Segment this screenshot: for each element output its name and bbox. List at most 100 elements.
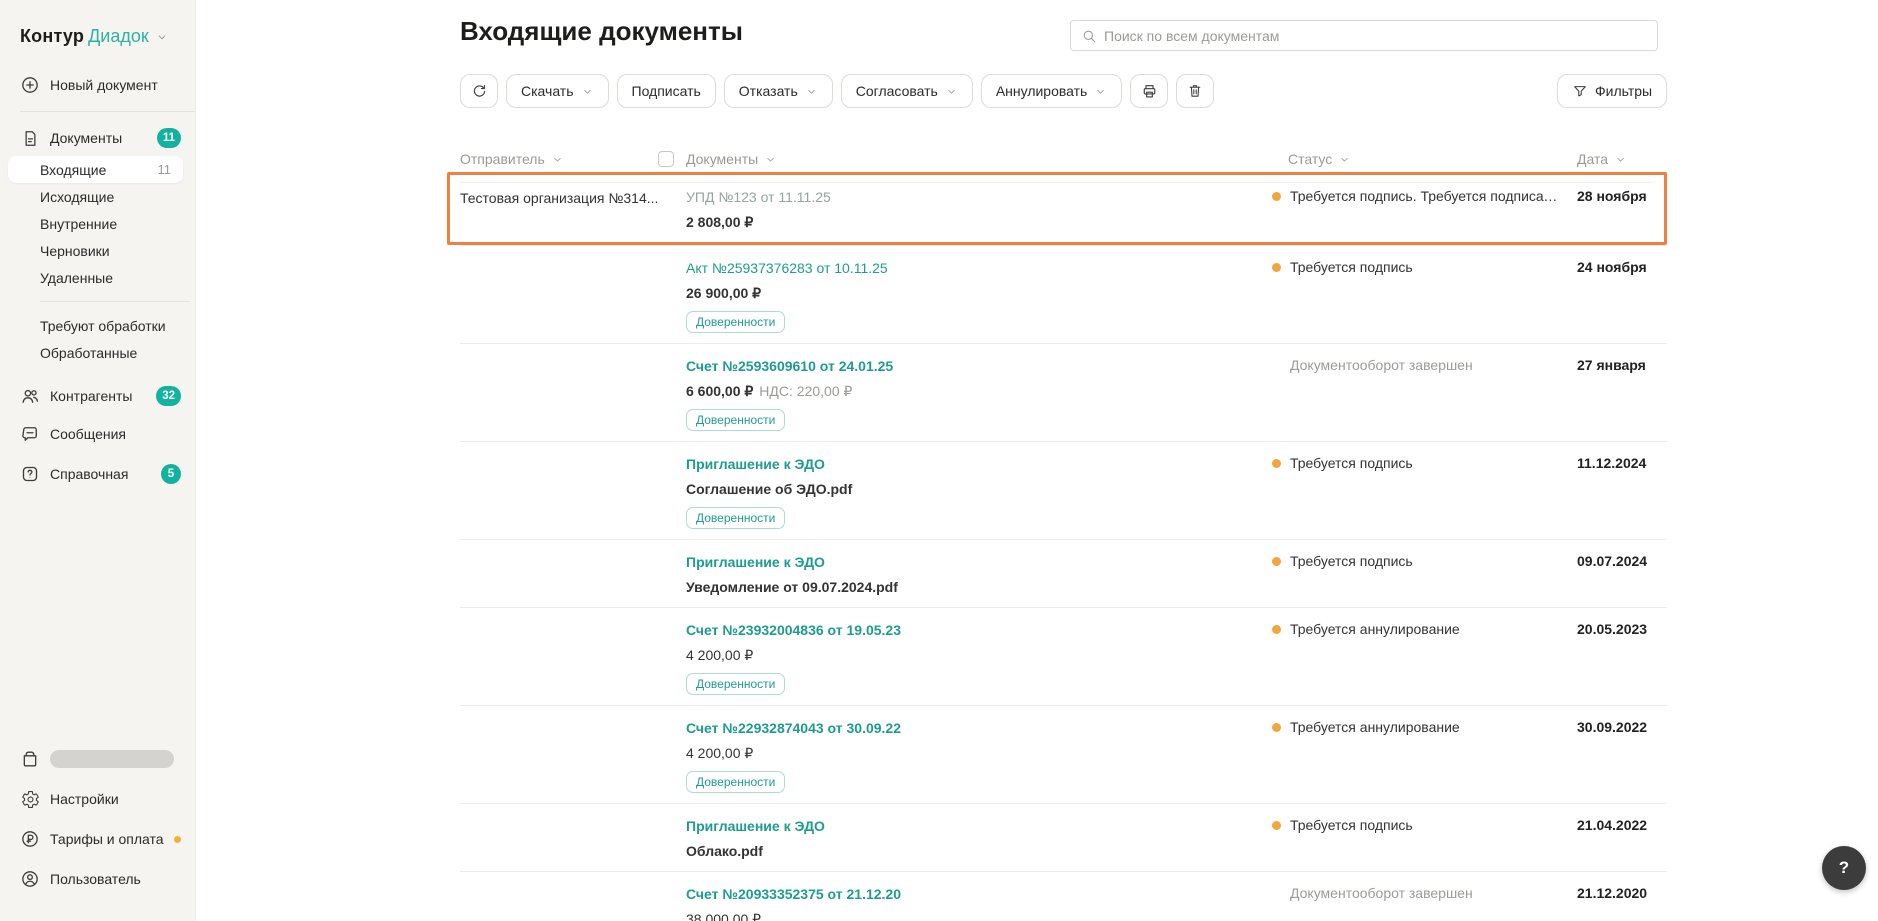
search-input[interactable] [1104,28,1647,44]
powers-of-attorney-badge[interactable]: Доверенности [686,771,785,793]
toolbar-button[interactable]: Согласовать [841,74,973,108]
table-row[interactable]: Счет №22932874043 от 30.09.22 4 200,00 ₽… [460,705,1667,803]
document-title-link[interactable]: Счет №2593609610 от 24.01.25 [686,356,893,376]
ruble-circle-icon [20,829,40,849]
document-amount: Уведомление от 09.07.2024.pdf [686,578,1272,597]
column-status[interactable]: Статус [1288,151,1351,167]
sidebar-item-settings[interactable]: Настройки [0,779,195,819]
status-text: Требуется аннулирование [1290,620,1460,639]
table-row[interactable]: Счет №20933352375 от 21.12.20 38 000,00 … [460,871,1667,921]
toolbar-button-label: Аннулировать [996,83,1088,99]
sidebar-subitem-label: Удаленные [40,270,171,286]
table-row[interactable]: Счет №23932004836 от 19.05.23 4 200,00 ₽… [460,607,1667,705]
messages-label: Сообщения [50,426,181,442]
document-title-link[interactable]: Приглашение к ЭДО [686,816,825,836]
table-row[interactable]: Приглашение к ЭДО Облако.pdf Требуется п… [460,803,1667,871]
chevron-down-icon [155,30,169,44]
document-sender [460,620,686,695]
filters-label: Фильтры [1595,83,1652,99]
sidebar-subitem[interactable]: Входящие 11 [8,156,183,183]
plus-circle-icon [20,75,40,95]
document-date: 21.12.2020 [1577,884,1667,921]
document-amount: 6 600,00 ₽НДС: 220,00 ₽ [686,382,1272,401]
sidebar-subitem[interactable]: Внутренние [8,210,183,237]
document-sender [460,552,686,597]
powers-of-attorney-badge[interactable]: Доверенности [686,673,785,695]
document-title-link[interactable]: Акт №25937376283 от 10.11.25 [686,258,888,278]
toolbar-button[interactable]: Скачать [506,74,609,108]
status-dot-icon [1272,263,1281,272]
document-title-link[interactable]: Приглашение к ЭДО [686,552,825,572]
powers-of-attorney-badge[interactable]: Доверенности [686,507,785,529]
help-fab-button[interactable]: ? [1822,846,1866,890]
sidebar-item-messages[interactable]: Сообщения [0,418,195,450]
document-amount: 2 808,00 ₽ [686,213,1272,232]
table-row[interactable]: Тестовая организация №314... УПД №123 от… [447,172,1667,245]
sidebar-item-tariffs[interactable]: Тарифы и оплата [0,819,195,859]
app-logo[interactable]: Контур Диадок [0,0,195,47]
sort-chevron-icon [551,153,564,166]
toolbar-button[interactable]: Отказать [724,74,833,108]
document-title-link[interactable]: Счет №23932004836 от 19.05.23 [686,620,901,640]
documents-label: Документы [50,130,147,146]
toolbar-button[interactable]: Подписать [617,74,716,108]
document-amount: Облако.pdf [686,842,1272,861]
refresh-icon [471,83,488,100]
powers-of-attorney-badge[interactable]: Доверенности [686,409,785,431]
table-row[interactable]: Акт №25937376283 от 10.11.25 26 900,00 ₽… [460,245,1667,343]
table-row[interactable]: Приглашение к ЭДО Уведомление от 09.07.2… [460,539,1667,607]
status-text: Требуется подпись [1290,816,1413,835]
refresh-button[interactable] [460,74,498,108]
sort-chevron-icon [1338,153,1351,166]
column-date[interactable]: Дата [1577,151,1627,167]
sidebar-subitem[interactable]: Требуют обработки [8,312,183,339]
new-document-label: Новый документ [50,77,181,93]
document-title-link[interactable]: УПД №123 от 11.11.25 [686,187,831,207]
document-title-link[interactable]: Счет №20933352375 от 21.12.20 [686,884,901,904]
people-icon [20,386,40,406]
document-date: 11.12.2024 [1577,454,1667,529]
sidebar-divider [20,111,195,112]
filters-button[interactable]: Фильтры [1557,74,1667,108]
sidebar-subitem[interactable]: Черновики [8,237,183,264]
sidebar-subitem[interactable]: Исходящие [8,183,183,210]
delete-button[interactable] [1176,74,1214,108]
table-row[interactable]: Приглашение к ЭДО Соглашение об ЭДО.pdf … [460,441,1667,539]
sidebar-subitem[interactable]: Обработанные [8,339,183,366]
document-title-link[interactable]: Приглашение к ЭДО [686,454,825,474]
documents-count-badge: 11 [157,128,181,148]
sidebar-subitem-count: 11 [158,162,172,177]
help-label: Справочная [50,466,151,482]
new-document-button[interactable]: Новый документ [0,69,195,101]
column-sender[interactable]: Отправитель [460,151,564,167]
sidebar: Контур Диадок Новый документ Документы 1… [0,0,196,921]
question-icon [20,464,40,484]
document-title-link[interactable]: Счет №22932874043 от 30.09.22 [686,718,901,738]
status-text: Требуется аннулирование [1290,718,1460,737]
sidebar-subitem[interactable]: Удаленные [8,264,183,291]
sidebar-item-help[interactable]: Справочная 5 [0,458,195,490]
document-icon [20,128,40,148]
table-row[interactable]: Счет №2593609610 от 24.01.25 6 600,00 ₽Н… [460,343,1667,441]
organization-selector[interactable] [0,739,195,779]
toolbar-button-label: Отказать [739,83,798,99]
main-content: Входящие документы Скачать Подписать Отк… [196,0,1878,921]
tariffs-label: Тарифы и оплата [50,831,164,847]
chevron-down-icon [945,85,958,98]
filter-icon [1572,83,1588,99]
sidebar-item-user[interactable]: Пользователь [0,859,195,899]
powers-of-attorney-badge[interactable]: Доверенности [686,311,785,333]
sidebar-item-documents[interactable]: Документы 11 [0,122,195,154]
select-all-checkbox[interactable] [658,151,674,167]
sidebar-item-counterparties[interactable]: Контрагенты 32 [0,380,195,412]
counterparties-count-badge: 32 [156,386,181,406]
logo-kontur: Контур [20,26,84,47]
settings-label: Настройки [50,791,181,807]
print-button[interactable] [1130,74,1168,108]
page-title: Входящие документы [460,16,743,47]
status-dot-icon [1272,192,1281,201]
chevron-down-icon [581,85,594,98]
toolbar-button[interactable]: Аннулировать [981,74,1123,108]
column-documents[interactable]: Документы [686,151,777,167]
status-dot-icon [1272,625,1281,634]
